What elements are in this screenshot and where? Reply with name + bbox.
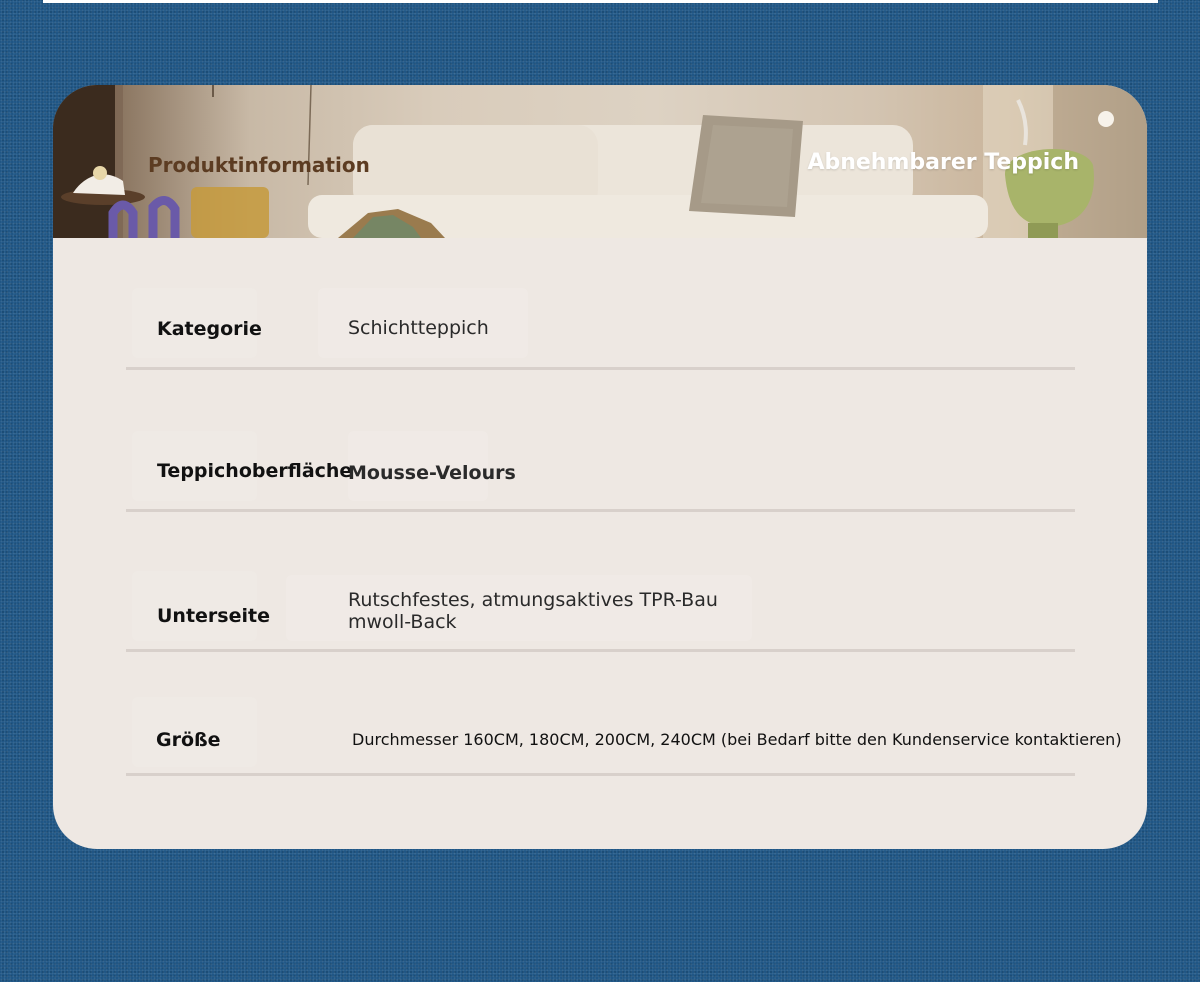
banner-left-title: Produktinformation (148, 153, 370, 177)
spec-label-teppichoberflaeche: Teppichoberfläche (157, 460, 353, 482)
spec-row-groesse: Größe Durchmesser 160CM, 180CM, 200CM, 2… (126, 697, 1122, 776)
spec-row-unterseite: Unterseite Rutschfestes, atmungsaktives … (126, 571, 1075, 652)
product-info-card: Produktinformation Abnehmbarer Teppich K… (53, 85, 1147, 849)
spec-row-teppichoberflaeche: Teppichoberfläche Mousse-Velours (126, 431, 1075, 512)
wall-lamp (1098, 111, 1114, 127)
yellow-cushion (191, 187, 269, 238)
spec-value-teppichoberflaeche: Mousse-Velours (348, 462, 516, 484)
banner-room-image: Produktinformation Abnehmbarer Teppich (53, 85, 1147, 238)
spec-label-unterseite: Unterseite (157, 605, 270, 627)
spec-value-unterseite-line2: mwoll-Back (348, 611, 457, 633)
spec-label-groesse: Größe (156, 729, 221, 751)
banner-right-title: Abnehmbarer Teppich (807, 150, 1079, 175)
spec-value-unterseite: Rutschfestes, atmungsaktives TPR-Bau mwo… (348, 589, 718, 633)
spec-label-kategorie: Kategorie (157, 318, 262, 340)
spec-row-kategorie: Kategorie Schichtteppich (126, 288, 1075, 370)
dark-wall (53, 85, 115, 238)
spec-value-unterseite-line1: Rutschfestes, atmungsaktives TPR-Bau (348, 589, 718, 611)
top-white-strip (43, 0, 1158, 3)
spec-value-groesse: Durchmesser 160CM, 180CM, 200CM, 240CM (… (352, 730, 1122, 749)
spec-value-kategorie: Schichtteppich (348, 317, 489, 339)
